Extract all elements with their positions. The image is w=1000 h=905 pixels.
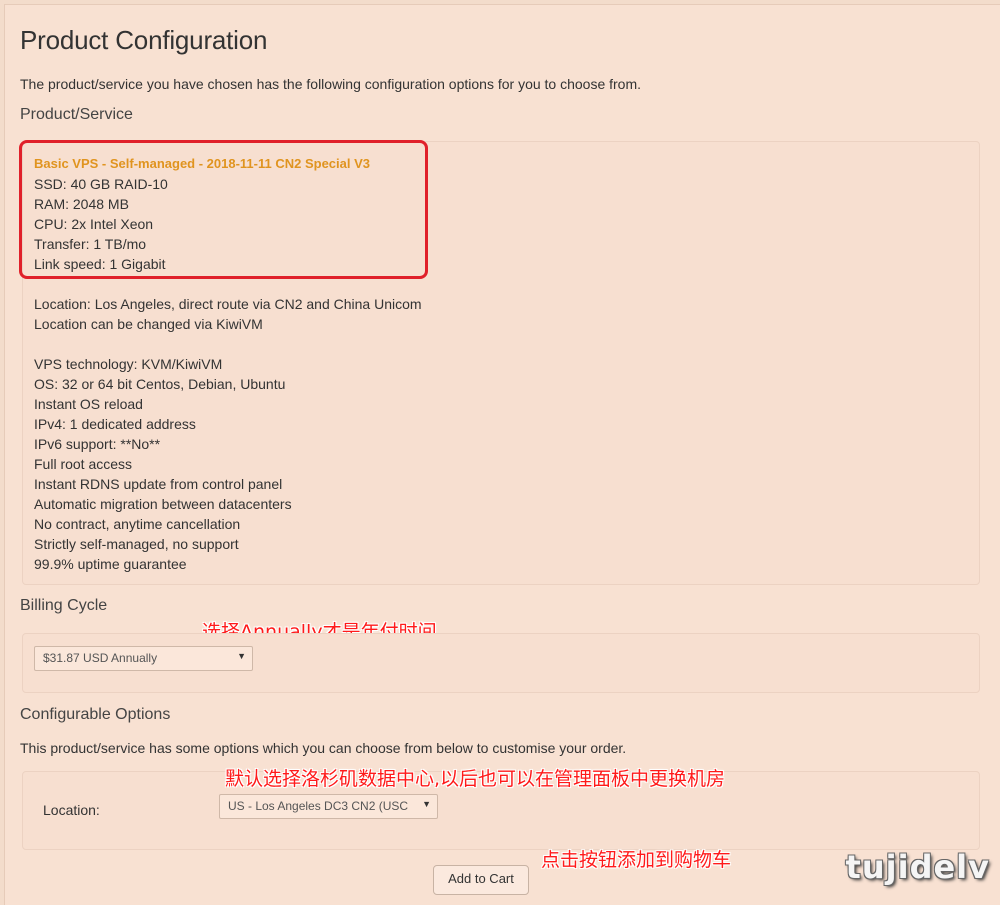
billing-cycle-value: $31.87 USD Annually <box>43 651 158 665</box>
feature-line: Instant OS reload <box>34 396 143 412</box>
billing-cycle-heading: Billing Cycle <box>20 597 108 614</box>
location-annotation: 默认选择洛杉矶数据中心,以后也可以在管理面板中更换机房 <box>225 768 726 790</box>
location-label: Location: <box>43 802 100 818</box>
location-value: US - Los Angeles DC3 CN2 (USC <box>228 799 409 813</box>
intro-text: The product/service you have chosen has … <box>20 76 642 92</box>
add-to-cart-button[interactable]: Add to Cart <box>433 865 529 895</box>
highlight-box <box>19 140 428 279</box>
watermark: tujidelv <box>845 848 990 886</box>
dropdown-arrow-icon: ▼ <box>422 799 431 809</box>
feature-line: IPv4: 1 dedicated address <box>34 416 196 432</box>
feature-line: Instant RDNS update from control panel <box>34 476 283 492</box>
feature-line: VPS technology: KVM/KiwiVM <box>34 356 223 372</box>
configurable-options-heading: Configurable Options <box>20 706 171 723</box>
billing-cycle-select[interactable]: $31.87 USD Annually ▼ <box>34 646 253 671</box>
feature-line: 99.9% uptime guarantee <box>34 556 187 572</box>
feature-line: Full root access <box>34 456 133 472</box>
feature-line: Automatic migration between datacenters <box>34 496 292 512</box>
cart-annotation: 点击按钮添加到购物车 <box>541 849 732 871</box>
feature-line: OS: 32 or 64 bit Centos, Debian, Ubuntu <box>34 376 286 392</box>
page-title: Product Configuration <box>20 25 268 55</box>
dropdown-arrow-icon: ▼ <box>237 651 246 661</box>
location-line: Location can be changed via KiwiVM <box>34 316 263 332</box>
feature-line: Strictly self-managed, no support <box>34 536 239 552</box>
product-service-heading: Product/Service <box>20 106 133 123</box>
location-select[interactable]: US - Los Angeles DC3 CN2 (USC ▼ <box>219 794 438 819</box>
feature-line: No contract, anytime cancellation <box>34 516 241 532</box>
location-line: Location: Los Angeles, direct route via … <box>34 296 422 312</box>
configurable-options-intro: This product/service has some options wh… <box>20 740 627 756</box>
feature-line: IPv6 support: **No** <box>34 436 161 452</box>
